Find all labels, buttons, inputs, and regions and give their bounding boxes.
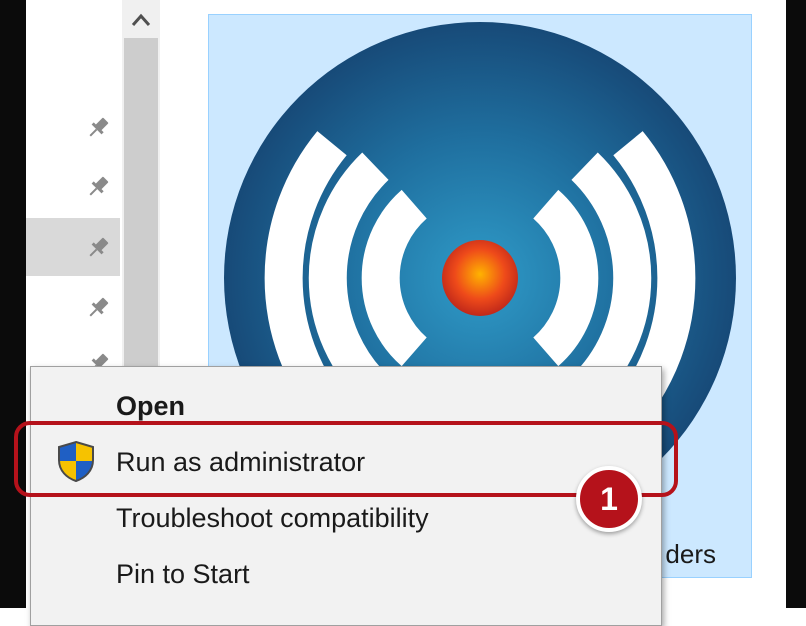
- menu-item-pin-to-start[interactable]: Pin to Start: [116, 550, 250, 598]
- pin-icon[interactable]: [84, 173, 112, 201]
- callout-step-badge: 1: [576, 466, 642, 532]
- pin-icon[interactable]: [84, 234, 112, 262]
- screenshot-edge-left: [0, 0, 26, 608]
- chevron-up-icon[interactable]: [124, 4, 158, 34]
- pin-icon[interactable]: [84, 294, 112, 322]
- menu-item-troubleshoot-compatibility[interactable]: Troubleshoot compatibility: [116, 494, 429, 542]
- screenshot-edge-right: [786, 0, 806, 608]
- pin-icon[interactable]: [84, 114, 112, 142]
